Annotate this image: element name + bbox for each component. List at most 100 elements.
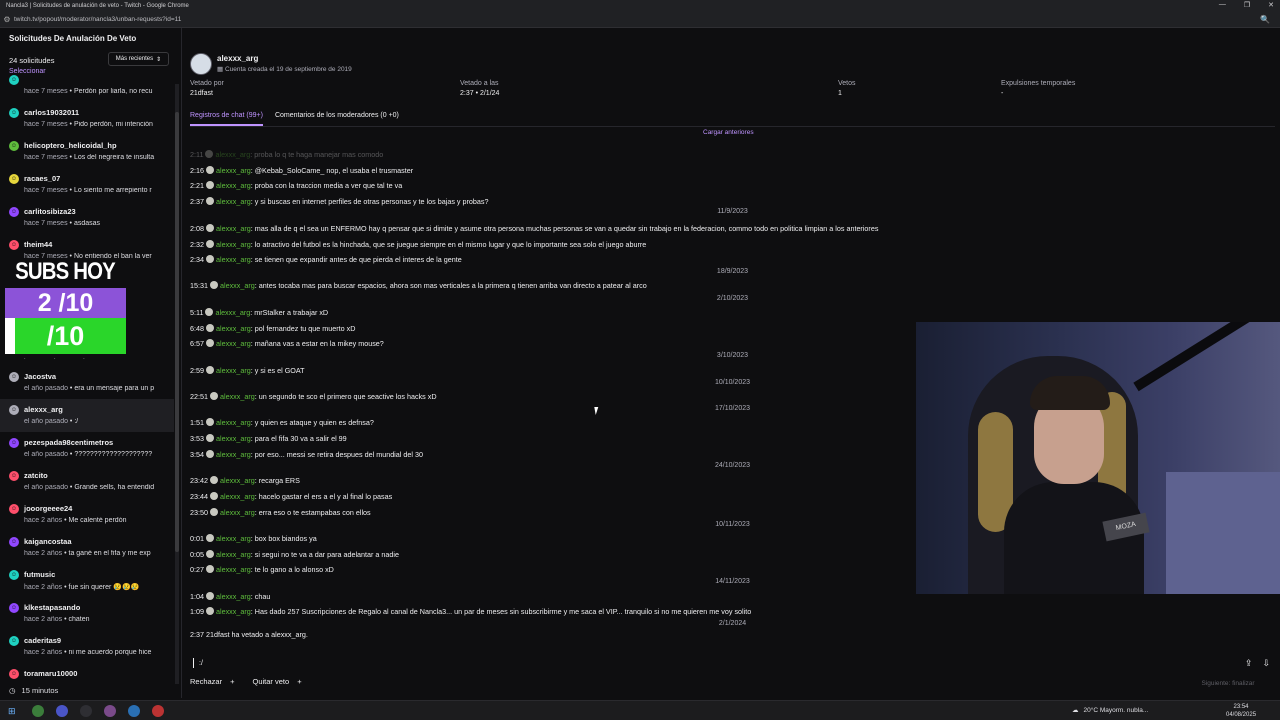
request-message: Me calenté perdón: [68, 517, 127, 524]
message-username[interactable]: alexxx_arg: [220, 476, 255, 485]
message-username[interactable]: alexxx_arg: [220, 492, 255, 501]
request-item[interactable]: ☺ caderitas9 hace 2 años • ni me acuerdo p…: [0, 630, 174, 663]
request-item[interactable]: ☺ zatcito el año pasado • Grande sells, ha…: [0, 465, 174, 498]
user-name[interactable]: alexxx_arg: [217, 54, 258, 63]
user-avatar-icon: ☺: [9, 438, 19, 448]
system-clock[interactable]: 23:54 04/08/2025: [1226, 703, 1256, 719]
windows-start-icon[interactable]: ⊞: [8, 706, 16, 717]
streamer-webcam: MOZA: [916, 322, 1280, 594]
message-username[interactable]: alexxx_arg: [216, 255, 251, 264]
message-username[interactable]: alexxx_arg: [216, 324, 251, 333]
comment-input[interactable]: :/ ⇪ ⇩: [190, 656, 1275, 670]
chat-message: 2:11 alexxx_arg: proba lo q te haga manej…: [190, 150, 383, 159]
message-username[interactable]: alexxx_arg: [216, 181, 251, 190]
message-username[interactable]: alexxx_arg: [216, 418, 251, 427]
browser-title-bar: Nancla3 | Solicitudes de anulación de ve…: [0, 0, 1280, 12]
message-text: : y si buscas en internet perfiles de ot…: [250, 197, 489, 206]
request-time: hace 2 años: [24, 584, 63, 591]
user-avatar-icon: ☺: [9, 108, 19, 118]
reject-button[interactable]: Rechazar +: [190, 677, 235, 686]
message-username[interactable]: alexxx_arg: [216, 450, 251, 459]
message-text: : y si es el GOAT: [250, 366, 305, 375]
download-icon[interactable]: ⇩: [1262, 658, 1270, 669]
message-username[interactable]: alexxx_arg: [216, 224, 251, 233]
message-username[interactable]: alexxx_arg: [220, 508, 255, 517]
request-item[interactable]: ☺ carlos19032011 hace 7 meses • Pido perdó…: [0, 102, 174, 135]
message-time: 23:50: [190, 508, 208, 517]
message-username[interactable]: alexxx_arg: [220, 281, 255, 290]
chat-message: 23:42 alexxx_arg: recarga ERS: [190, 476, 300, 485]
request-meta: hace 2 años • Me calenté perdón: [24, 517, 174, 524]
unban-button[interactable]: Quitar veto +: [253, 677, 302, 686]
address-bar[interactable]: ⚙ twitch.tv/popout/moderator/nancla3/unb…: [0, 12, 1280, 28]
message-username[interactable]: alexxx_arg: [216, 434, 251, 443]
message-username[interactable]: alexxx_arg: [216, 592, 251, 601]
request-message: :/: [74, 418, 79, 425]
chat-message: 3:53 alexxx_arg: para el fifa 30 va a sal…: [190, 434, 347, 443]
request-item[interactable]: ☺ kaigancostaa hace 2 años • ta gané en el…: [0, 531, 174, 564]
app-icon[interactable]: [128, 705, 140, 717]
chat-message: 5:11 alexxx_arg: mrStalker a trabajar xD: [190, 308, 328, 317]
message-time: 1:51: [190, 418, 204, 427]
site-settings-icon[interactable]: ⚙: [0, 15, 14, 24]
request-message: ta gané en el fifa y me exp: [68, 550, 151, 557]
request-item[interactable]: ☺ hace 7 meses • Perdón por liarla, no re…: [0, 69, 174, 102]
close-icon[interactable]: ✕: [1268, 1, 1274, 9]
message-username[interactable]: alexxx_arg: [220, 392, 255, 401]
chat-message: 23:44 alexxx_arg: hacelo gastar el ers a …: [190, 492, 392, 501]
message-username[interactable]: alexxx_arg: [216, 240, 251, 249]
message-username[interactable]: alexxx_arg: [215, 150, 250, 159]
minimize-icon[interactable]: —: [1219, 1, 1226, 9]
stat-label: Vetado por: [190, 80, 224, 87]
zoom-icon[interactable]: 🔍: [1260, 15, 1270, 24]
request-item[interactable]: ☺ jooorgeeee24 hace 2 años • Me calenté pe…: [0, 498, 174, 531]
request-username: pezespada98centimetros: [24, 438, 114, 447]
scrollbar-thumb[interactable]: [175, 112, 179, 552]
share-icon[interactable]: ⇪: [1245, 658, 1253, 669]
request-item[interactable]: ☺ futmusic hace 2 años • fue sin querer 😢😢…: [0, 564, 174, 597]
message-username[interactable]: alexxx_arg: [216, 607, 251, 616]
request-item[interactable]: ☺ pezespada98centimetros el año pasado • ?…: [0, 432, 174, 465]
request-meta: el año pasado • era un mensaje para un p: [24, 385, 174, 392]
message-username[interactable]: alexxx_arg: [215, 308, 250, 317]
message-time: 23:42: [190, 476, 208, 485]
maximize-icon[interactable]: ❐: [1244, 1, 1250, 9]
sort-label: Más recientes: [115, 56, 154, 62]
next-finish-button[interactable]: Siguiente: finalizar: [1182, 676, 1274, 690]
request-message: ????????????????????: [74, 451, 153, 458]
request-item[interactable]: ☺ klkestapasando hace 2 años • chaten: [0, 597, 174, 630]
app-icon[interactable]: [104, 705, 116, 717]
message-time: 6:48: [190, 324, 204, 333]
chrome-icon[interactable]: [32, 705, 44, 717]
comment-input-value[interactable]: :/: [199, 660, 203, 667]
tab-mod-comments[interactable]: Comentarios de los moderadores (0 +0): [275, 112, 399, 126]
request-meta: el año pasado • Grande sells, ha entendi…: [24, 484, 174, 491]
sort-dropdown[interactable]: Más recientes ⇕: [108, 52, 169, 66]
request-time: el año pasado: [24, 418, 68, 425]
app-icon[interactable]: [56, 705, 68, 717]
request-username: zatcito: [24, 471, 48, 480]
chat-message: 22:51 alexxx_arg: un segundo te sco el pr…: [190, 392, 437, 401]
message-username[interactable]: alexxx_arg: [216, 166, 251, 175]
request-item[interactable]: ☺ carlitosibiza23 hace 7 meses • asdasas: [0, 201, 174, 234]
message-username[interactable]: alexxx_arg: [216, 534, 251, 543]
user-avatar-icon: ☺: [9, 603, 19, 613]
app-icon[interactable]: [80, 705, 92, 717]
request-item[interactable]: ☺ helicoptero_helicoidal_hp hace 7 meses •…: [0, 135, 174, 168]
app-icon[interactable]: [152, 705, 164, 717]
tab-chat-logs[interactable]: Registros de chat (99+): [190, 112, 263, 126]
sidebar-scrollbar[interactable]: [175, 84, 179, 684]
message-time: 0:01: [190, 534, 204, 543]
load-earlier-button[interactable]: Cargar anteriores: [703, 129, 754, 136]
message-username[interactable]: alexxx_arg: [216, 339, 251, 348]
url-text[interactable]: twitch.tv/popout/moderator/nancla3/unban…: [14, 16, 181, 23]
request-item[interactable]: ☺ Jacostva el año pasado • era un mensaje …: [0, 366, 174, 399]
request-item[interactable]: ☺ alexxx_arg el año pasado • :/: [0, 399, 174, 432]
user-badge-icon: [210, 476, 218, 484]
weather-widget[interactable]: ☁ 20°C Mayorm. nubla...: [1072, 706, 1148, 715]
request-item[interactable]: ☺ racaes_07 hace 7 meses • Lo siento me ar…: [0, 168, 174, 201]
message-username[interactable]: alexxx_arg: [216, 550, 251, 559]
message-username[interactable]: alexxx_arg: [216, 565, 251, 574]
message-username[interactable]: alexxx_arg: [216, 366, 251, 375]
message-username[interactable]: alexxx_arg: [216, 197, 251, 206]
